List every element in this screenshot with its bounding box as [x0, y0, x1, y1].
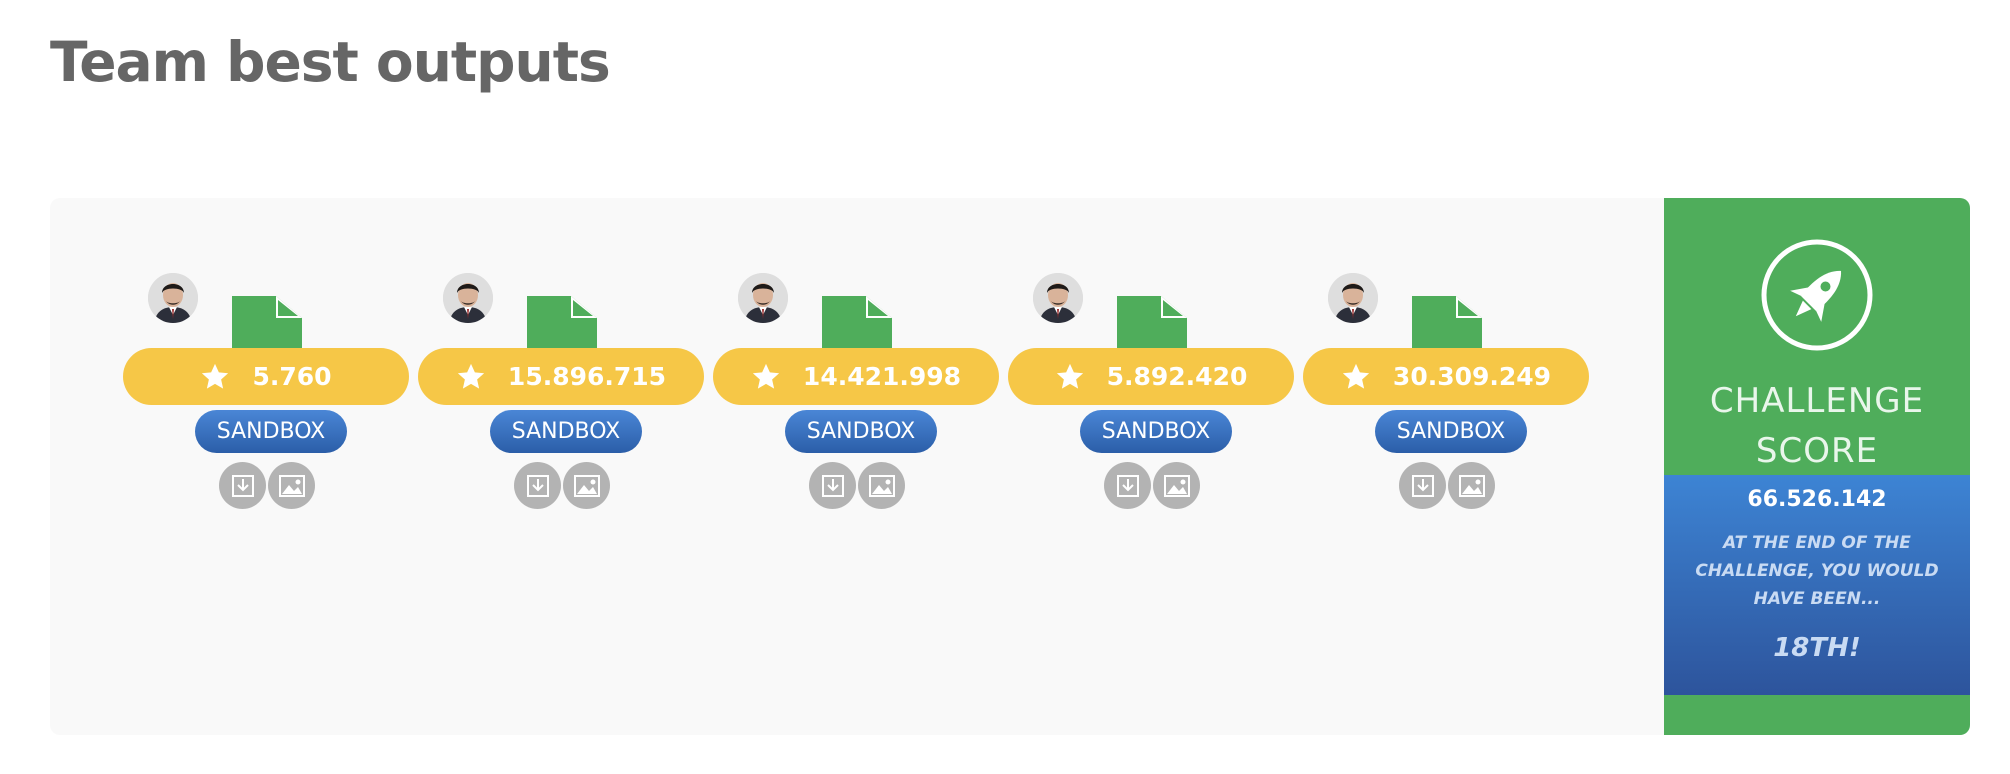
sandbox-button[interactable]: SANDBOX	[1080, 410, 1232, 453]
score-value: 15.896.715	[507, 362, 667, 391]
sandbox-button[interactable]: SANDBOX	[195, 410, 347, 453]
file-icon[interactable]	[527, 296, 597, 348]
score-pill[interactable]: 15.896.715	[418, 348, 704, 405]
download-icon[interactable]	[219, 462, 266, 509]
challenge-score-value: 66.526.142	[1747, 487, 1887, 512]
avatar[interactable]	[1033, 273, 1083, 323]
action-icons	[809, 462, 905, 509]
score-value: 30.309.249	[1392, 362, 1552, 391]
avatar[interactable]	[738, 273, 788, 323]
image-icon[interactable]	[563, 462, 610, 509]
challenge-title-line1: CHALLENGE	[1709, 381, 1925, 421]
score-value: 5.892.420	[1106, 362, 1248, 391]
output-card: 15.896.715 SANDBOX	[418, 273, 704, 513]
download-icon[interactable]	[514, 462, 561, 509]
output-card: 14.421.998 SANDBOX	[713, 273, 999, 513]
download-icon[interactable]	[1399, 462, 1446, 509]
file-icon[interactable]	[1412, 296, 1482, 348]
score-pill[interactable]: 5.892.420	[1008, 348, 1294, 405]
action-icons	[1104, 462, 1200, 509]
score-pill[interactable]: 5.760	[123, 348, 409, 405]
score-value: 14.421.998	[802, 362, 962, 391]
avatar[interactable]	[1328, 273, 1378, 323]
challenge-title-line2: SCORE	[1755, 431, 1879, 471]
download-icon[interactable]	[809, 462, 856, 509]
star-icon	[456, 362, 486, 392]
action-icons	[219, 462, 315, 509]
avatar[interactable]	[443, 273, 493, 323]
score-value: 5.760	[252, 362, 332, 391]
page-title: Team best outputs	[50, 30, 611, 94]
challenge-result-box: 66.526.142 AT THE END OF THE CHALLENGE, …	[1664, 475, 1970, 695]
rocket-icon	[1760, 238, 1874, 352]
star-icon	[1341, 362, 1371, 392]
star-icon	[1055, 362, 1085, 392]
challenge-score-card: CHALLENGE SCORE 66.526.142 AT THE END OF…	[1664, 198, 1970, 735]
image-icon[interactable]	[858, 462, 905, 509]
file-icon[interactable]	[232, 296, 302, 348]
challenge-score-title: CHALLENGE SCORE	[1664, 376, 1970, 476]
sandbox-button[interactable]: SANDBOX	[785, 410, 937, 453]
output-card: 30.309.249 SANDBOX	[1303, 273, 1589, 513]
image-icon[interactable]	[268, 462, 315, 509]
output-card: 5.892.420 SANDBOX	[1008, 273, 1294, 513]
image-icon[interactable]	[1153, 462, 1200, 509]
star-icon	[751, 362, 781, 392]
download-icon[interactable]	[1104, 462, 1151, 509]
action-icons	[1399, 462, 1495, 509]
avatar[interactable]	[148, 273, 198, 323]
action-icons	[514, 462, 610, 509]
score-pill[interactable]: 14.421.998	[713, 348, 999, 405]
score-pill[interactable]: 30.309.249	[1303, 348, 1589, 405]
file-icon[interactable]	[822, 296, 892, 348]
sandbox-button[interactable]: SANDBOX	[1375, 410, 1527, 453]
challenge-rank: 18TH!	[1773, 633, 1861, 663]
file-icon[interactable]	[1117, 296, 1187, 348]
challenge-description: AT THE END OF THE CHALLENGE, YOU WOULD H…	[1695, 533, 1939, 609]
sandbox-button[interactable]: SANDBOX	[490, 410, 642, 453]
star-icon	[200, 362, 230, 392]
image-icon[interactable]	[1448, 462, 1495, 509]
outputs-row: 5.760 SANDBOX 15.896.715 SANDBOX 14.421.…	[123, 273, 1589, 513]
output-card: 5.760 SANDBOX	[123, 273, 409, 513]
team-outputs-panel: 5.760 SANDBOX 15.896.715 SANDBOX 14.421.…	[50, 198, 1970, 735]
